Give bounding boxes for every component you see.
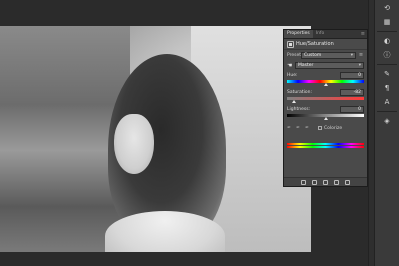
hue-slider[interactable] [287,80,364,86]
colorize-checkbox[interactable] [318,126,322,130]
clip-to-layer-icon[interactable] [301,179,306,185]
color-range-bar-top [287,143,364,145]
lightness-label: Lightness: [287,106,311,112]
preset-dropdown[interactable]: Custom ▾ [301,51,356,59]
layers-icon[interactable]: ◈ [381,115,394,127]
colorize-label: Colorize [324,125,343,131]
photo-layer [0,26,311,252]
photo-subject-face [114,114,154,174]
panel-menu-icon[interactable]: ≡ [361,30,367,38]
eyedropper-minus-icon[interactable]: ✒ [305,125,311,131]
preset-label: Preset: [287,52,303,58]
adjustments-icon[interactable]: ◐ [381,35,394,47]
hue-label: Hue: [287,72,298,78]
panel-footer [284,177,367,186]
lightness-slider-thumb[interactable] [323,117,328,120]
toolbar-divider [377,31,397,32]
color-range-bar-bottom [287,146,364,148]
channel-row: ☚ Master ▾ [284,60,367,70]
eyedropper-icon[interactable]: ✒ [287,125,293,131]
preset-menu-icon[interactable]: ≡ [358,52,364,59]
preset-value: Custom [304,52,322,58]
saturation-label: Saturation: [287,89,312,95]
toolbar-divider [377,64,397,65]
swatches-icon[interactable]: ▦ [381,16,394,28]
preset-row: Preset: Custom ▾ ≡ [284,50,367,60]
hue-control: Hue: 0 [284,70,367,86]
brush-icon[interactable]: ✎ [381,68,394,80]
history-icon[interactable]: ⟲ [381,2,394,14]
saturation-input[interactable]: -82 [340,88,364,96]
character-icon[interactable]: A [381,96,394,108]
properties-panel: Properties Info ≡ Hue/Saturation Preset:… [283,29,368,187]
reset-icon[interactable] [334,179,339,185]
saturation-slider[interactable] [287,97,364,103]
panel-header: Hue/Saturation [284,39,367,50]
hue-input[interactable]: 0 [340,71,364,79]
saturation-slider-thumb[interactable] [291,100,296,103]
document-canvas[interactable]: Properties Info ≡ Hue/Saturation Preset:… [0,0,368,266]
paragraph-icon[interactable]: ¶ [381,82,394,94]
eyedropper-row: ✒ ✒ ✒ Colorize [284,123,367,133]
info-icon[interactable]: ⓘ [381,49,394,61]
lightness-input[interactable]: 0 [340,105,364,113]
view-previous-icon[interactable] [312,179,317,185]
panel-title: Hue/Saturation [296,41,334,47]
targeted-adjustment-hand-icon[interactable]: ☚ [287,62,295,69]
trash-icon[interactable] [345,179,350,185]
eyedropper-plus-icon[interactable]: ✒ [296,125,302,131]
channel-dropdown[interactable]: Master ▾ [295,61,364,69]
chevron-down-icon: ▾ [358,62,361,68]
lightness-control: Lightness: 0 [284,104,367,120]
lightness-slider[interactable] [287,114,364,120]
hue-saturation-icon [287,40,294,48]
channel-value: Master [298,62,314,68]
toolbar-divider [377,111,397,112]
hue-slider-thumb[interactable] [323,83,328,86]
tab-info[interactable]: Info [313,30,328,38]
chevron-down-icon: ▾ [350,52,353,58]
right-toolbar: ⟲ ▦ ◐ ⓘ ✎ ¶ A ◈ [374,0,399,266]
panel-tabs: Properties Info ≡ [284,30,367,39]
eye-icon[interactable] [323,179,328,185]
tab-properties[interactable]: Properties [284,30,313,38]
saturation-control: Saturation: -82 [284,87,367,103]
